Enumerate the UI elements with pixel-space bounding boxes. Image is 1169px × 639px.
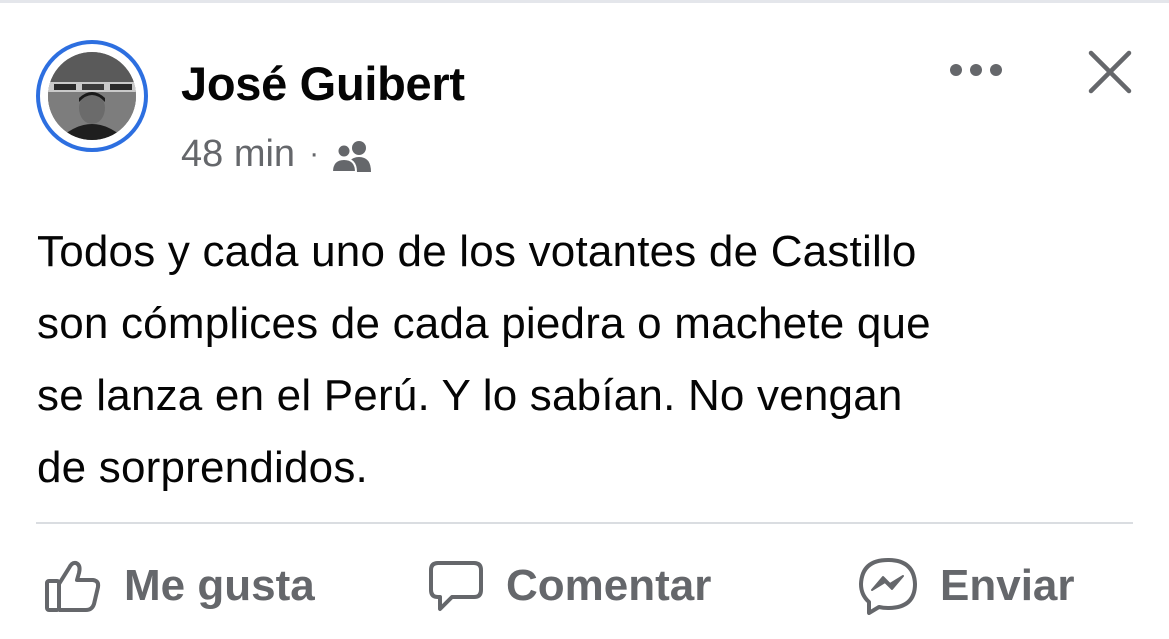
post-text-line: de sorprendidos. — [37, 443, 368, 492]
post-body-text: Todos y cada uno de los votantes de Cast… — [37, 216, 1147, 504]
actions-divider — [36, 522, 1133, 524]
like-label: Me gusta — [124, 561, 315, 610]
avatar-photo — [48, 52, 136, 140]
send-button[interactable]: Enviar — [858, 556, 1075, 616]
more-options-button[interactable] — [943, 48, 1009, 92]
more-options-icon — [950, 64, 1002, 76]
close-button[interactable] — [1080, 42, 1140, 102]
post-timestamp[interactable]: 48 min — [181, 133, 295, 176]
messenger-icon — [859, 558, 917, 615]
like-button[interactable]: Me gusta — [44, 556, 315, 616]
close-icon — [1088, 50, 1132, 94]
comment-bubble-icon — [429, 561, 483, 611]
author-name[interactable]: José Guibert — [181, 56, 465, 112]
post-card: José Guibert 48 min · Todos y cada uno d… — [0, 0, 1169, 639]
friends-icon[interactable] — [331, 139, 375, 173]
comment-label: Comentar — [506, 561, 712, 610]
avatar-story-ring[interactable] — [36, 40, 148, 152]
meta-separator: · — [309, 137, 320, 170]
send-label: Enviar — [940, 561, 1075, 610]
post-text-line: son cómplices de cada piedra o machete q… — [37, 299, 931, 348]
post-meta: 48 min · — [181, 130, 375, 178]
thumbs-up-icon — [45, 560, 101, 612]
post-text-line: Todos y cada uno de los votantes de Cast… — [37, 227, 917, 276]
post-text-line: se lanza en el Perú. Y lo sabían. No ven… — [37, 371, 903, 420]
avatar — [48, 52, 136, 140]
comment-button[interactable]: Comentar — [428, 556, 711, 616]
